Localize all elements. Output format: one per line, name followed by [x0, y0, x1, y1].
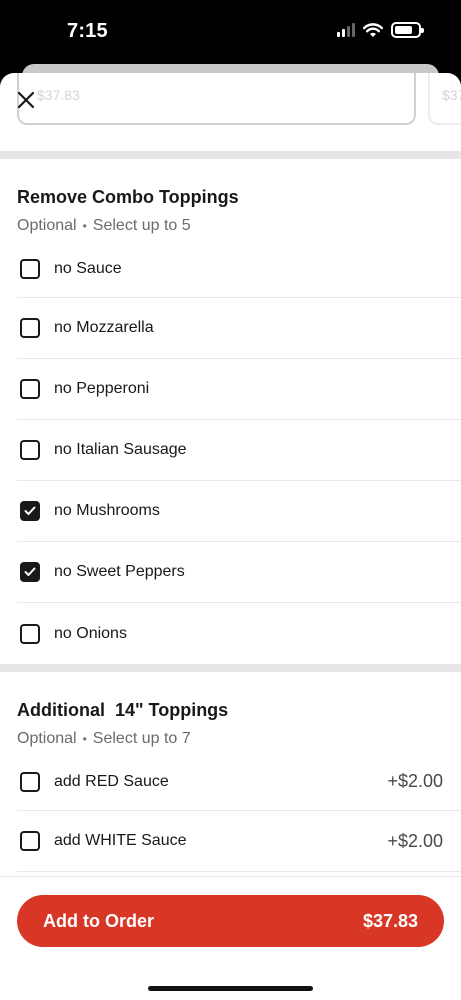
checkbox[interactable]: [20, 831, 40, 852]
option-label: no Pepperoni: [54, 380, 150, 398]
option-label: no Mushrooms: [54, 502, 160, 520]
checkbox-checked[interactable]: [20, 562, 40, 583]
limit-label: Select up to 7: [92, 730, 191, 748]
section-divider: [0, 151, 461, 159]
add-to-order-price: $37.83: [362, 910, 418, 931]
checkbox[interactable]: [20, 379, 40, 400]
options-list: add RED Sauce +$2.00 add WHITE Sauce +$2.0…: [17, 753, 461, 873]
price-card-secondary: $37: [428, 73, 461, 125]
price-card-price: $37.83: [37, 87, 80, 103]
close-icon: [17, 91, 35, 109]
option-label: add RED Sauce: [54, 772, 169, 790]
checkbox-checked[interactable]: [20, 501, 40, 522]
item-options-sheet: $37.83 $37 Remove Combo Toppings Optiona…: [0, 73, 461, 1000]
option-price: +$2.00: [387, 771, 443, 792]
remove-toppings-section: Remove Combo Toppings Optional • Select up…: [0, 159, 461, 664]
checkbox[interactable]: [20, 318, 40, 339]
status-icons: [337, 22, 424, 38]
checkbox[interactable]: [20, 440, 40, 461]
option-row[interactable]: no Sweet Peppers: [17, 542, 461, 604]
option-row[interactable]: no Sauce: [17, 240, 461, 299]
add-to-order-label: Add to Order: [43, 910, 154, 931]
limit-label: Select up to 5: [92, 217, 191, 235]
checkbox[interactable]: [20, 771, 40, 792]
option-row[interactable]: no Mushrooms: [17, 481, 461, 543]
status-time: 7:15: [67, 20, 108, 42]
options-list: no Sauce no Mozzarella no Pepperoni no I…: [17, 240, 461, 664]
sheet-footer: Add to Order $37.83: [0, 876, 461, 1000]
section-subtitle: Optional • Select up to 7: [17, 730, 191, 748]
additional-toppings-section: Additional 14" Toppings Optional • Select …: [0, 672, 461, 873]
option-label: add WHITE Sauce: [54, 832, 187, 850]
optional-label: Optional: [17, 217, 77, 235]
checkbox[interactable]: [20, 623, 40, 644]
option-label: no Onions: [54, 624, 127, 642]
option-label: no Italian Sausage: [54, 441, 187, 459]
signal-icon: [337, 23, 355, 37]
option-price: +$2.00: [387, 830, 443, 851]
option-row[interactable]: no Mozzarella: [17, 298, 461, 360]
price-card-secondary-price: $37: [442, 87, 461, 103]
section-subtitle: Optional • Select up to 5: [17, 217, 191, 235]
option-label: no Sauce: [54, 259, 122, 277]
add-to-order-button[interactable]: Add to Order $37.83: [17, 895, 444, 947]
close-button[interactable]: [14, 88, 38, 112]
home-indicator[interactable]: [148, 986, 313, 991]
checkmark-icon: [24, 567, 36, 577]
checkmark-icon: [24, 506, 36, 516]
battery-icon: [391, 22, 424, 38]
section-title: Remove Combo Toppings: [17, 187, 239, 207]
option-label: no Mozzarella: [54, 319, 154, 337]
wifi-icon: [363, 22, 383, 37]
option-row[interactable]: add WHITE Sauce +$2.00: [17, 811, 461, 873]
sheet-header: $37.83 $37: [0, 73, 461, 151]
checkbox[interactable]: [20, 258, 40, 279]
option-row[interactable]: add RED Sauce +$2.00: [17, 753, 461, 812]
option-row[interactable]: no Onions: [17, 603, 461, 664]
price-card: $37.83: [17, 73, 416, 125]
section-title: Additional 14" Toppings: [17, 700, 229, 721]
option-row[interactable]: no Italian Sausage: [17, 420, 461, 482]
section-divider: [0, 664, 461, 673]
option-label: no Sweet Peppers: [54, 563, 185, 581]
optional-label: Optional: [17, 730, 77, 748]
option-row[interactable]: no Pepperoni: [17, 359, 461, 421]
status-bar: 7:15: [0, 0, 461, 72]
